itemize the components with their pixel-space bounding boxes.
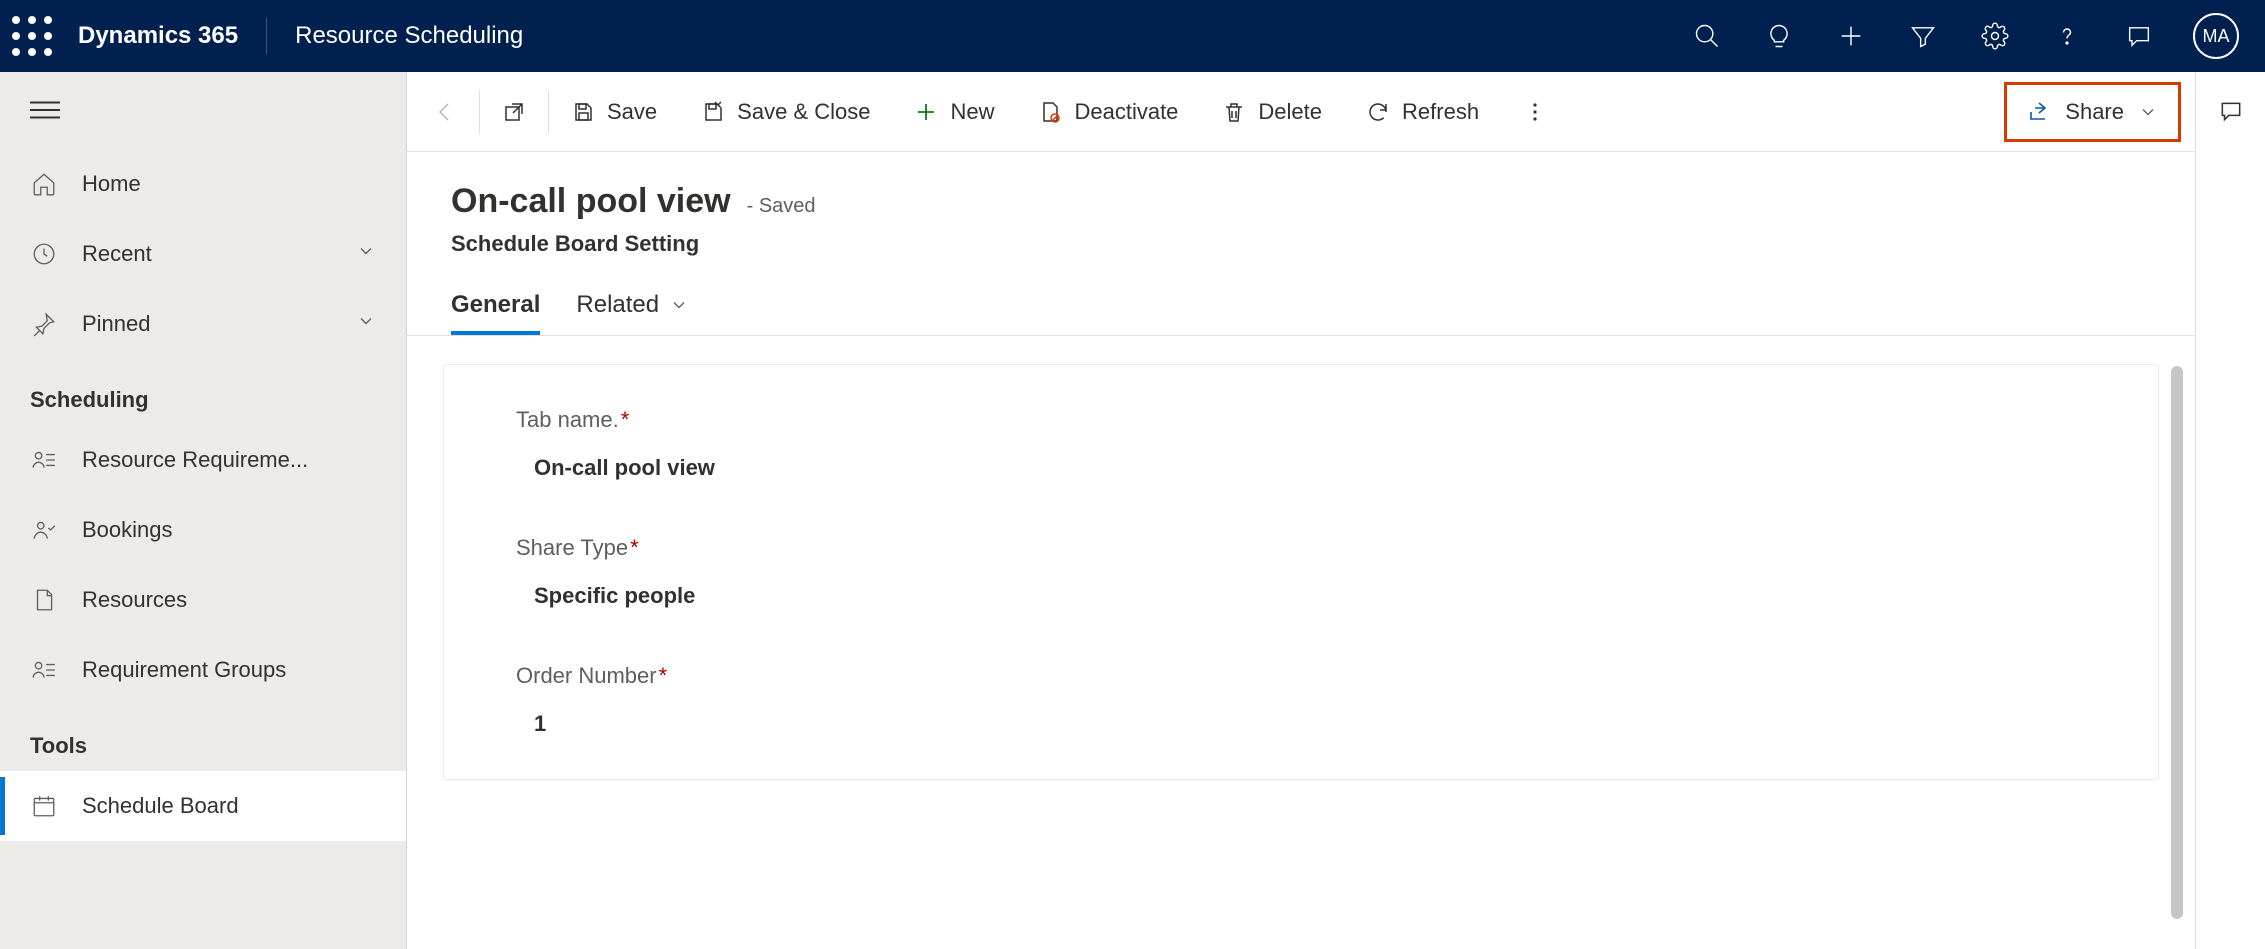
- required-marker: *: [621, 407, 630, 433]
- plus-icon[interactable]: [1815, 0, 1887, 72]
- main-content: Save Save & Close New Deactivate Delete …: [407, 72, 2195, 949]
- lightbulb-icon[interactable]: [1743, 0, 1815, 72]
- tab-label: Related: [576, 291, 659, 319]
- chevron-down-icon: [356, 241, 376, 267]
- share-button-highlight: Share: [2004, 82, 2181, 142]
- tab-label: General: [451, 291, 540, 319]
- save-button[interactable]: Save: [549, 72, 679, 151]
- chevron-down-icon: [669, 295, 689, 315]
- field-value[interactable]: 1: [516, 711, 2086, 737]
- deactivate-button[interactable]: Deactivate: [1016, 72, 1200, 151]
- cmd-label: Refresh: [1402, 99, 1479, 125]
- chevron-down-icon: [2138, 102, 2158, 122]
- person-list-icon: [30, 446, 58, 474]
- document-icon: [30, 586, 58, 614]
- sidebar-item-resources[interactable]: Resources: [0, 565, 406, 635]
- pin-icon: [30, 310, 58, 338]
- app-header: Dynamics 365 Resource Scheduling MA: [0, 0, 2265, 72]
- sidebar-group-tools: Tools: [0, 705, 406, 771]
- sidebar-item-resource-requirements[interactable]: Resource Requireme...: [0, 425, 406, 495]
- user-avatar[interactable]: MA: [2193, 13, 2239, 59]
- sidebar-item-recent[interactable]: Recent: [0, 219, 406, 289]
- sidebar -item-label: Requirement Groups: [82, 657, 286, 683]
- share-button[interactable]: Share: [2009, 91, 2176, 133]
- cmd-label: Save: [607, 99, 657, 125]
- field-value[interactable]: On-call pool view: [516, 455, 2086, 481]
- cmd-label: Save & Close: [737, 99, 870, 125]
- overflow-button[interactable]: [1501, 72, 1569, 151]
- field-label: Share Type: [516, 535, 628, 561]
- assistant-icon[interactable]: [2103, 0, 2175, 72]
- cmd-label: Deactivate: [1074, 99, 1178, 125]
- command-bar: Save Save & Close New Deactivate Delete …: [407, 72, 2195, 152]
- calendar-icon: [30, 792, 58, 820]
- entity-name: Schedule Board Setting: [451, 231, 2151, 257]
- help-icon[interactable]: [2031, 0, 2103, 72]
- refresh-button[interactable]: Refresh: [1344, 72, 1501, 151]
- sidebar-item-label: Pinned: [82, 311, 151, 337]
- filter-icon[interactable]: [1887, 0, 1959, 72]
- sidebar-toggle[interactable]: [0, 90, 406, 149]
- sidebar-item-pinned[interactable]: Pinned: [0, 289, 406, 359]
- field-value[interactable]: Specific people: [516, 583, 2086, 609]
- back-button[interactable]: [411, 72, 479, 151]
- home-icon: [30, 170, 58, 198]
- save-close-button[interactable]: Save & Close: [679, 72, 892, 151]
- sidebar-item-label: Home: [82, 171, 141, 197]
- required-marker: *: [630, 535, 639, 561]
- sidebar-item-label: Schedule Board: [82, 793, 239, 819]
- sidebar-item-label: Bookings: [82, 517, 173, 543]
- delete-button[interactable]: Delete: [1200, 72, 1344, 151]
- scrollbar[interactable]: [2171, 366, 2183, 919]
- sidebar-item-bookings[interactable]: Bookings: [0, 495, 406, 565]
- cmd-label: New: [950, 99, 994, 125]
- person-list-icon: [30, 656, 58, 684]
- avatar-initials: MA: [2203, 26, 2230, 47]
- sidebar-item-schedule-board[interactable]: Schedule Board: [0, 771, 406, 841]
- clock-icon: [30, 240, 58, 268]
- tab-general[interactable]: General: [451, 291, 540, 335]
- person-check-icon: [30, 516, 58, 544]
- form-tabs: General Related: [407, 257, 2195, 336]
- field-label: Order Number: [516, 663, 657, 689]
- cmd-label: Share: [2065, 99, 2124, 125]
- saved-status: - Saved: [747, 195, 816, 218]
- sidebar-item-home[interactable]: Home: [0, 149, 406, 219]
- search-icon[interactable]: [1671, 0, 1743, 72]
- sidebar-item-label: Resource Requireme...: [82, 447, 308, 473]
- module-name[interactable]: Resource Scheduling: [267, 22, 523, 50]
- field-order-number: Order Number* 1: [516, 663, 2086, 737]
- right-rail: [2195, 72, 2265, 949]
- sidebar-group-scheduling: Scheduling: [0, 359, 406, 425]
- gear-icon[interactable]: [1959, 0, 2031, 72]
- cmd-label: Delete: [1258, 99, 1322, 125]
- chevron-down-icon: [356, 311, 376, 337]
- page-title: On-call pool view: [451, 182, 731, 221]
- sidebar-item-label: Recent: [82, 241, 152, 267]
- form-card: Tab name.* On-call pool view Share Type*…: [443, 364, 2159, 780]
- sidebar-item-label: Resources: [82, 587, 187, 613]
- new-button[interactable]: New: [892, 72, 1016, 151]
- open-new-window-button[interactable]: [480, 72, 548, 151]
- form-body: Tab name.* On-call pool view Share Type*…: [407, 336, 2195, 949]
- field-tab-name: Tab name.* On-call pool view: [516, 407, 2086, 481]
- field-label: Tab name.: [516, 407, 619, 433]
- field-share-type: Share Type* Specific people: [516, 535, 2086, 609]
- tab-related[interactable]: Related: [576, 291, 689, 335]
- nav-sidebar: Home Recent Pinned Scheduling Resource R…: [0, 72, 407, 949]
- brand-name[interactable]: Dynamics 365: [56, 22, 266, 50]
- assistant-panel-icon[interactable]: [2218, 98, 2244, 127]
- page-header: On-call pool view - Saved Schedule Board…: [407, 152, 2195, 257]
- app-launcher-icon[interactable]: [8, 12, 56, 60]
- sidebar-item-requirement-groups[interactable]: Requirement Groups: [0, 635, 406, 705]
- required-marker: *: [659, 663, 668, 689]
